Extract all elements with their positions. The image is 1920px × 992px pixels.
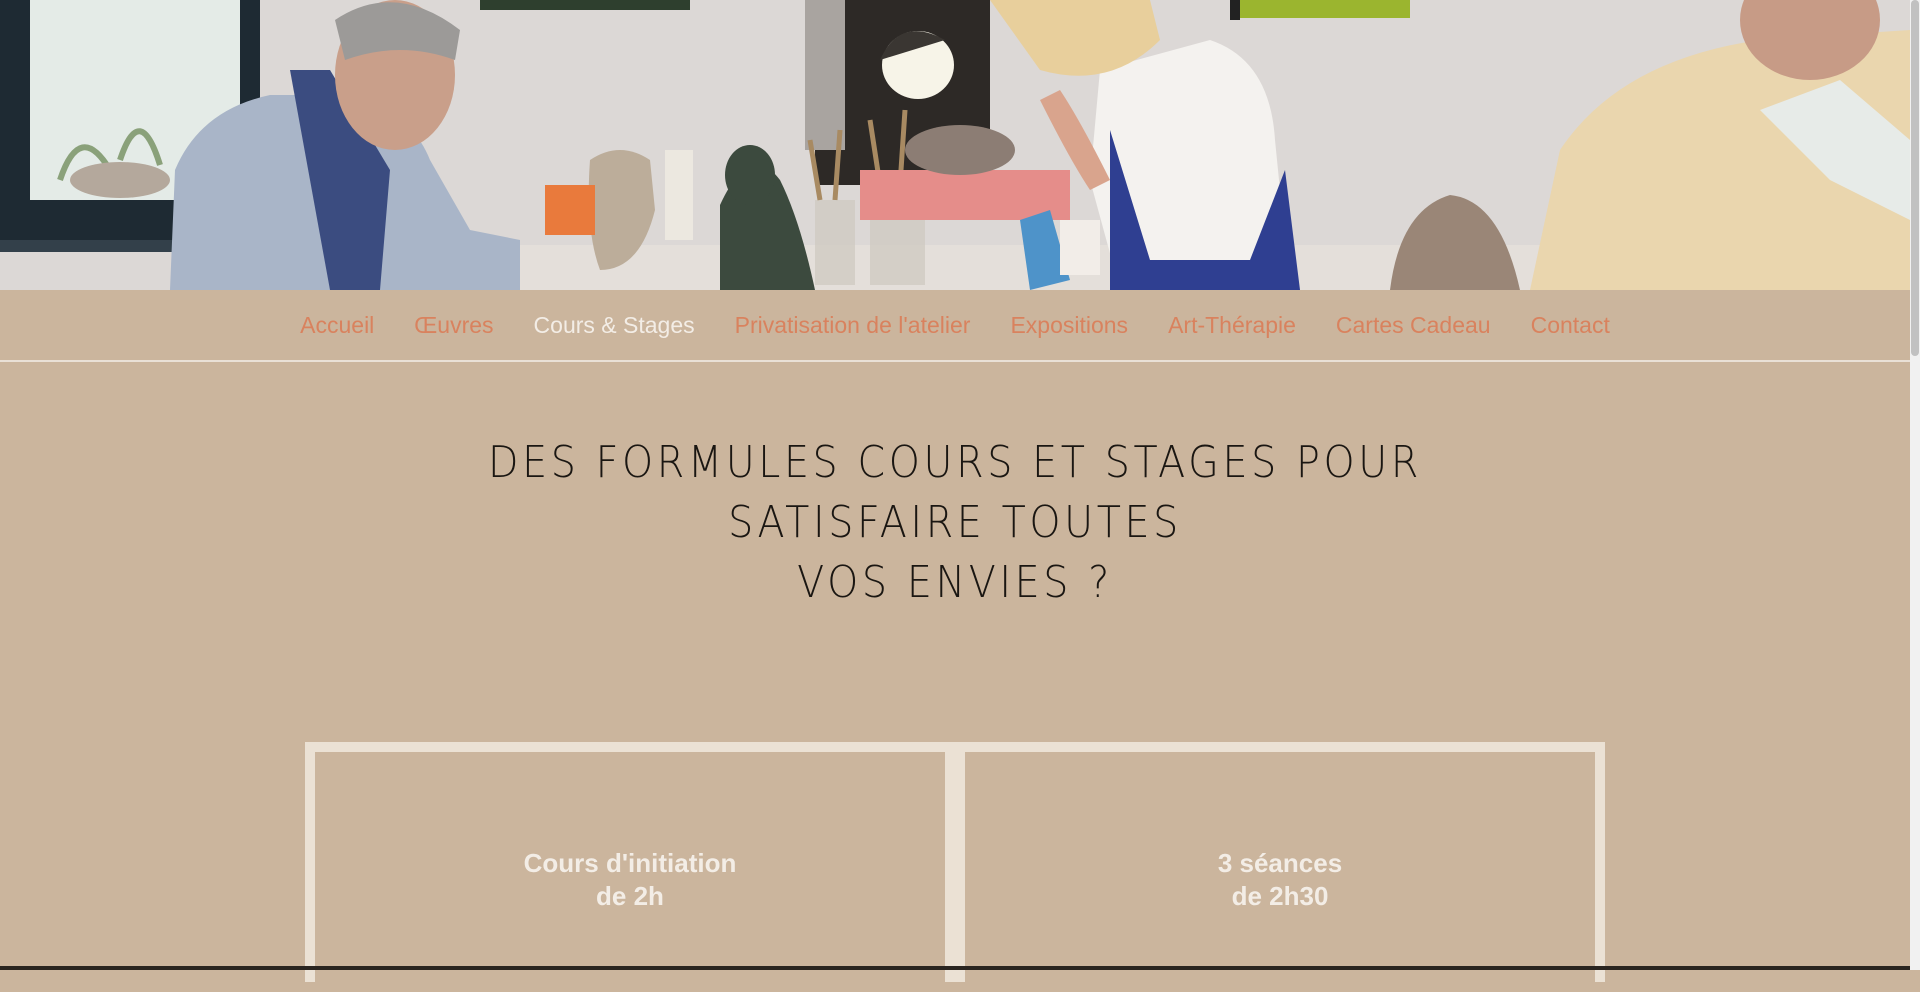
page-title: DES FORMULES COURS ET STAGES POUR SATISF… xyxy=(366,433,1545,613)
formula-card-line-1: 3 séances xyxy=(1217,848,1343,878)
formula-card-title: 3 séances de 2h30 xyxy=(1218,847,1342,913)
formula-card-line-2: de 2h30 xyxy=(1231,881,1329,911)
nav-item-art-therapie[interactable]: Art-Thérapie xyxy=(1168,312,1296,339)
page-scrollbar[interactable] xyxy=(1910,0,1920,970)
nav-item-cours-stages[interactable]: Cours & Stages xyxy=(534,312,695,339)
page-title-line-2: VOS ENVIES ? xyxy=(797,557,1113,608)
formula-card-line-1: Cours d'initiation xyxy=(523,848,737,878)
formula-card-3-seances[interactable]: 3 séances de 2h30 xyxy=(965,752,1595,992)
atelier-photo-icon xyxy=(0,0,1910,290)
nav-item-contact[interactable]: Contact xyxy=(1531,312,1610,339)
formula-card-title: Cours d'initiation de 2h xyxy=(524,847,737,913)
nav-item-privatisation[interactable]: Privatisation de l'atelier xyxy=(735,312,971,339)
nav-item-accueil[interactable]: Accueil xyxy=(300,312,374,339)
formula-card-line-2: de 2h xyxy=(596,881,664,911)
formula-card-initiation[interactable]: Cours d'initiation de 2h xyxy=(315,752,945,992)
page-title-line-1: DES FORMULES COURS ET STAGES POUR SATISF… xyxy=(488,437,1422,548)
scrollbar-thumb[interactable] xyxy=(1911,0,1919,356)
nav-item-expositions[interactable]: Expositions xyxy=(1010,312,1128,339)
main-nav: Accueil Œuvres Cours & Stages Privatisat… xyxy=(0,290,1910,362)
hero-banner xyxy=(0,0,1910,290)
formula-cards: Cours d'initiation de 2h 3 séances de 2h… xyxy=(305,742,1605,992)
bottom-divider xyxy=(0,966,1910,970)
nav-item-oeuvres[interactable]: Œuvres xyxy=(414,312,493,339)
nav-item-cartes-cadeau[interactable]: Cartes Cadeau xyxy=(1336,312,1491,339)
